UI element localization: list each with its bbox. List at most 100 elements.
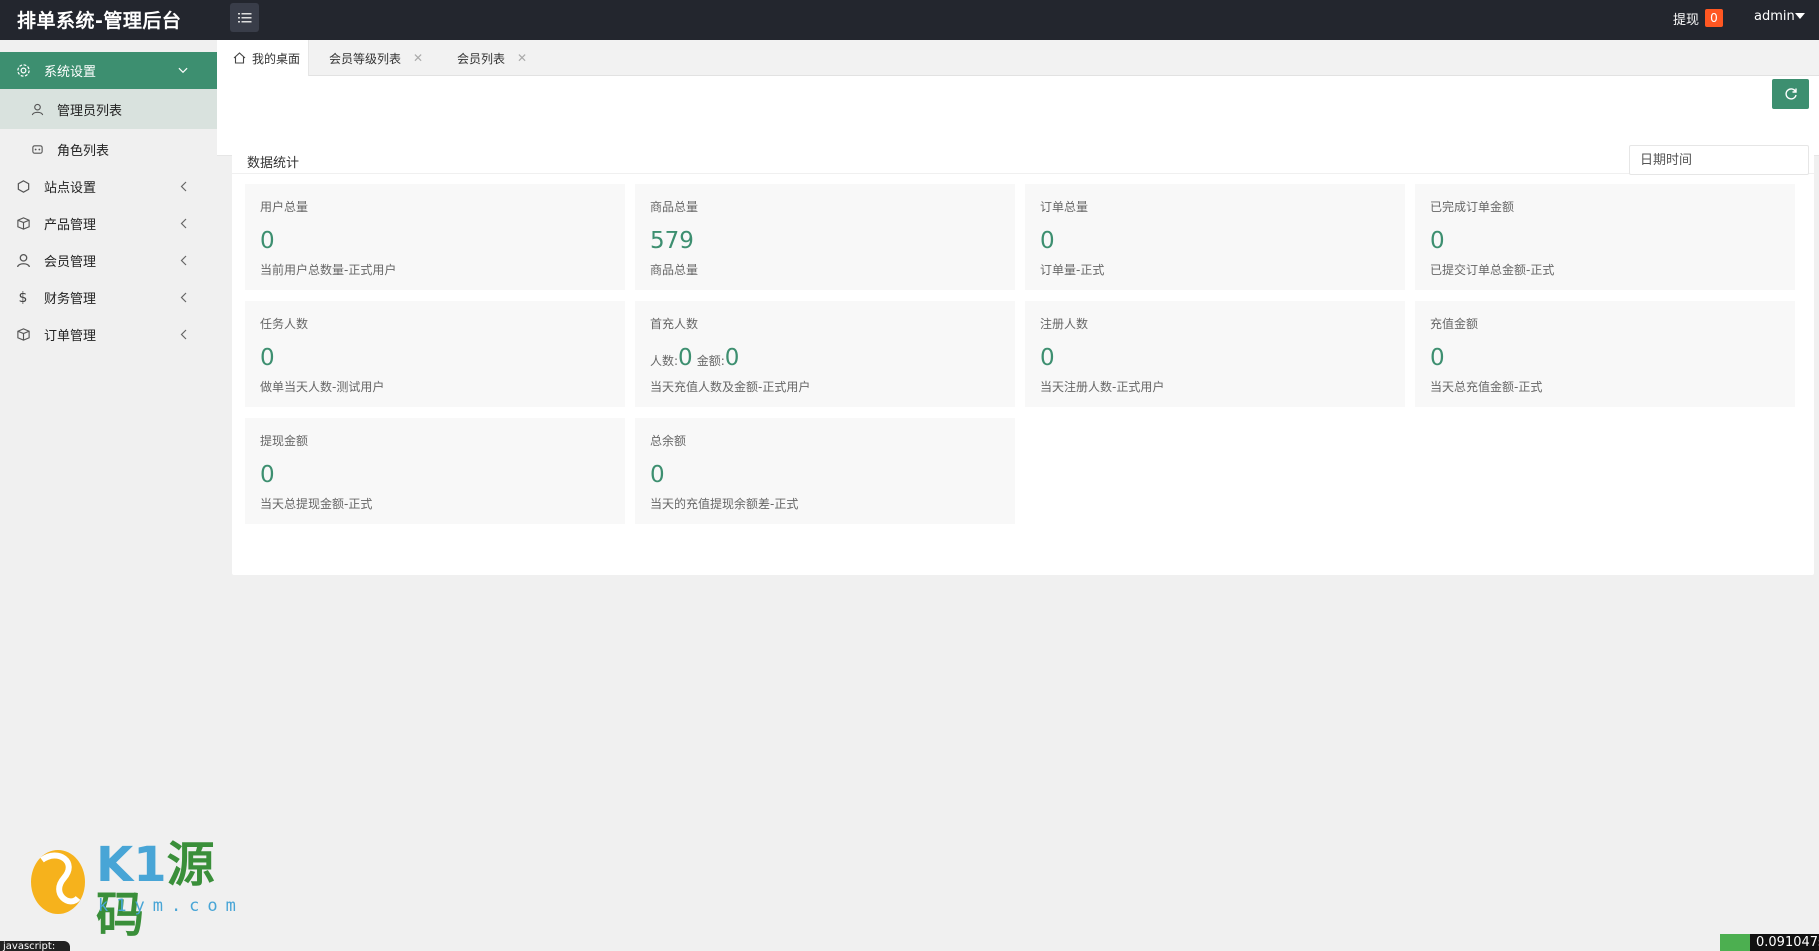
- sidebar: 系统设置 管理员列表 角色列表 站点设置 产品管理 会员管理 $ 财务管理 订单…: [0, 40, 217, 951]
- chevron-left-icon: [178, 328, 188, 342]
- stat-card-total-products: 商品总量 579 商品总量: [635, 184, 1015, 290]
- date-time-input[interactable]: [1629, 145, 1809, 175]
- card-value: 0: [1430, 345, 1445, 371]
- card-value: 0: [260, 345, 275, 371]
- card-title: 订单总量: [1040, 200, 1089, 214]
- card-desc: 商品总量: [650, 263, 699, 277]
- page-timing: 0.091047s: [1720, 934, 1819, 951]
- stat-card-completed-order-amount: 已完成订单金额 0 已提交订单总金额-正式: [1415, 184, 1795, 290]
- sidebar-item-label: 产品管理: [44, 218, 97, 233]
- stat-card-recharge-amount: 充值金额 0 当天总充值金额-正式: [1415, 301, 1795, 407]
- stat-card-first-recharge: 首充人数 人数: 0 金额: 0 当天充值人数及金额-正式用户: [635, 301, 1015, 407]
- gear-icon: [15, 63, 31, 79]
- logo-ball-icon: [31, 850, 85, 914]
- panel-header: 数据统计: [232, 138, 1814, 175]
- sidebar-item-label: 站点设置: [44, 181, 97, 196]
- app-title: 排单系统-管理后台: [17, 10, 182, 32]
- stat-card-total-balance: 总余额 0 当天的充值提现余额差-正式: [635, 418, 1015, 524]
- status-js-label: javascript:: [0, 941, 70, 951]
- tab-member-level-list[interactable]: 会员等级列表 ✕: [329, 40, 423, 76]
- chevron-down-icon: [178, 64, 188, 78]
- user-menu[interactable]: admin: [1754, 9, 1795, 24]
- watermark-logo: K1源码 k1ym.com: [28, 838, 238, 940]
- amount-value: 0: [724, 345, 740, 371]
- sidebar-subitem-admin-list[interactable]: 管理员列表: [0, 89, 217, 129]
- menu-toggle-button[interactable]: [230, 3, 259, 32]
- tab-member-list[interactable]: 会员列表 ✕: [457, 40, 527, 76]
- sidebar-subitem-label: 角色列表: [57, 143, 110, 159]
- user-icon: [30, 102, 44, 116]
- sidebar-item-system-settings[interactable]: 系统设置: [0, 52, 217, 89]
- site-icon: [15, 179, 31, 195]
- card-title: 用户总量: [260, 200, 309, 214]
- caret-down-icon[interactable]: [1795, 13, 1805, 19]
- stat-card-task-users: 任务人数 0 做单当天人数-测试用户: [245, 301, 625, 407]
- tab-bar: 我的桌面 会员等级列表 ✕ 会员列表 ✕: [217, 40, 1819, 76]
- sidebar-item-product-management[interactable]: 产品管理: [0, 205, 217, 242]
- card-desc: 当天总充值金额-正式: [1430, 380, 1543, 394]
- home-icon: [233, 52, 246, 64]
- list-icon: [237, 12, 251, 22]
- box-icon: [15, 216, 31, 232]
- card-title: 注册人数: [1040, 317, 1089, 331]
- sidebar-item-order-management[interactable]: 订单管理: [0, 316, 217, 353]
- sidebar-item-member-management[interactable]: 会员管理: [0, 242, 217, 279]
- stat-card-withdraw-amount: 提现金额 0 当天总提现金额-正式: [245, 418, 625, 524]
- card-value: 579: [650, 228, 694, 254]
- user-icon: [15, 253, 31, 269]
- card-value: 0: [260, 462, 275, 488]
- card-value: 0: [650, 462, 665, 488]
- tab-label: 我的桌面: [252, 51, 301, 66]
- timing-value: 0.091047s: [1750, 934, 1819, 951]
- card-desc: 做单当天人数-测试用户: [260, 380, 385, 394]
- card-desc: 当天充值人数及金额-正式用户: [650, 380, 811, 394]
- chevron-left-icon: [178, 180, 188, 194]
- sidebar-item-label: 会员管理: [44, 255, 97, 270]
- card-multi-value: 人数: 0 金额: 0: [650, 345, 743, 371]
- chevron-left-icon: [178, 291, 188, 305]
- role-icon: [30, 142, 44, 156]
- card-value: 0: [1040, 228, 1055, 254]
- close-icon[interactable]: ✕: [413, 51, 423, 65]
- card-title: 任务人数: [260, 317, 309, 331]
- tab-label: 会员列表: [457, 51, 506, 66]
- tab-my-desktop[interactable]: 我的桌面: [217, 40, 309, 76]
- card-value: 0: [260, 228, 275, 254]
- card-title: 充值金额: [1430, 317, 1479, 331]
- close-icon[interactable]: ✕: [517, 51, 527, 65]
- watermark-domain: k1ym.com: [98, 896, 244, 916]
- card-title: 总余额: [650, 434, 687, 448]
- withdraw-link[interactable]: 提现: [1673, 9, 1699, 28]
- count-value: 0: [678, 345, 693, 371]
- sidebar-subitem-role-list[interactable]: 角色列表: [0, 129, 217, 169]
- card-title: 首充人数: [650, 317, 699, 331]
- sidebar-item-label: 系统设置: [44, 65, 97, 80]
- refresh-button[interactable]: [1772, 79, 1809, 109]
- box-icon: [15, 327, 31, 343]
- card-desc: 订单量-正式: [1040, 263, 1105, 277]
- watermark-brand: K1源码: [96, 837, 215, 943]
- card-desc: 当前用户总数量-正式用户: [260, 263, 397, 277]
- tab-label: 会员等级列表: [329, 51, 402, 66]
- card-desc: 当天总提现金额-正式: [260, 497, 373, 511]
- timing-logo-icon: [1720, 934, 1750, 951]
- card-title: 商品总量: [650, 200, 699, 214]
- card-title: 提现金额: [260, 434, 309, 448]
- sidebar-item-label: 订单管理: [44, 329, 97, 344]
- card-desc: 当天的充值提现余额差-正式: [650, 497, 799, 511]
- stat-card-total-users: 用户总量 0 当前用户总数量-正式用户: [245, 184, 625, 290]
- panel-title: 数据统计: [247, 156, 300, 171]
- card-title: 已完成订单金额: [1430, 200, 1515, 214]
- chevron-left-icon: [178, 217, 188, 231]
- amount-label: 金额:: [696, 354, 725, 368]
- stat-card-total-orders: 订单总量 0 订单量-正式: [1025, 184, 1405, 290]
- card-desc: 已提交订单总金额-正式: [1430, 263, 1555, 277]
- sidebar-item-finance-management[interactable]: $ 财务管理: [0, 279, 217, 316]
- withdraw-count-badge: 0: [1705, 9, 1723, 27]
- count-label: 人数:: [650, 354, 679, 368]
- sidebar-item-label: 财务管理: [44, 292, 97, 307]
- sidebar-item-site-settings[interactable]: 站点设置: [0, 168, 217, 205]
- top-header: 排单系统-管理后台 提现 0 admin: [0, 0, 1819, 40]
- card-value: 0: [1430, 228, 1445, 254]
- card-desc: 当天注册人数-正式用户: [1040, 380, 1165, 394]
